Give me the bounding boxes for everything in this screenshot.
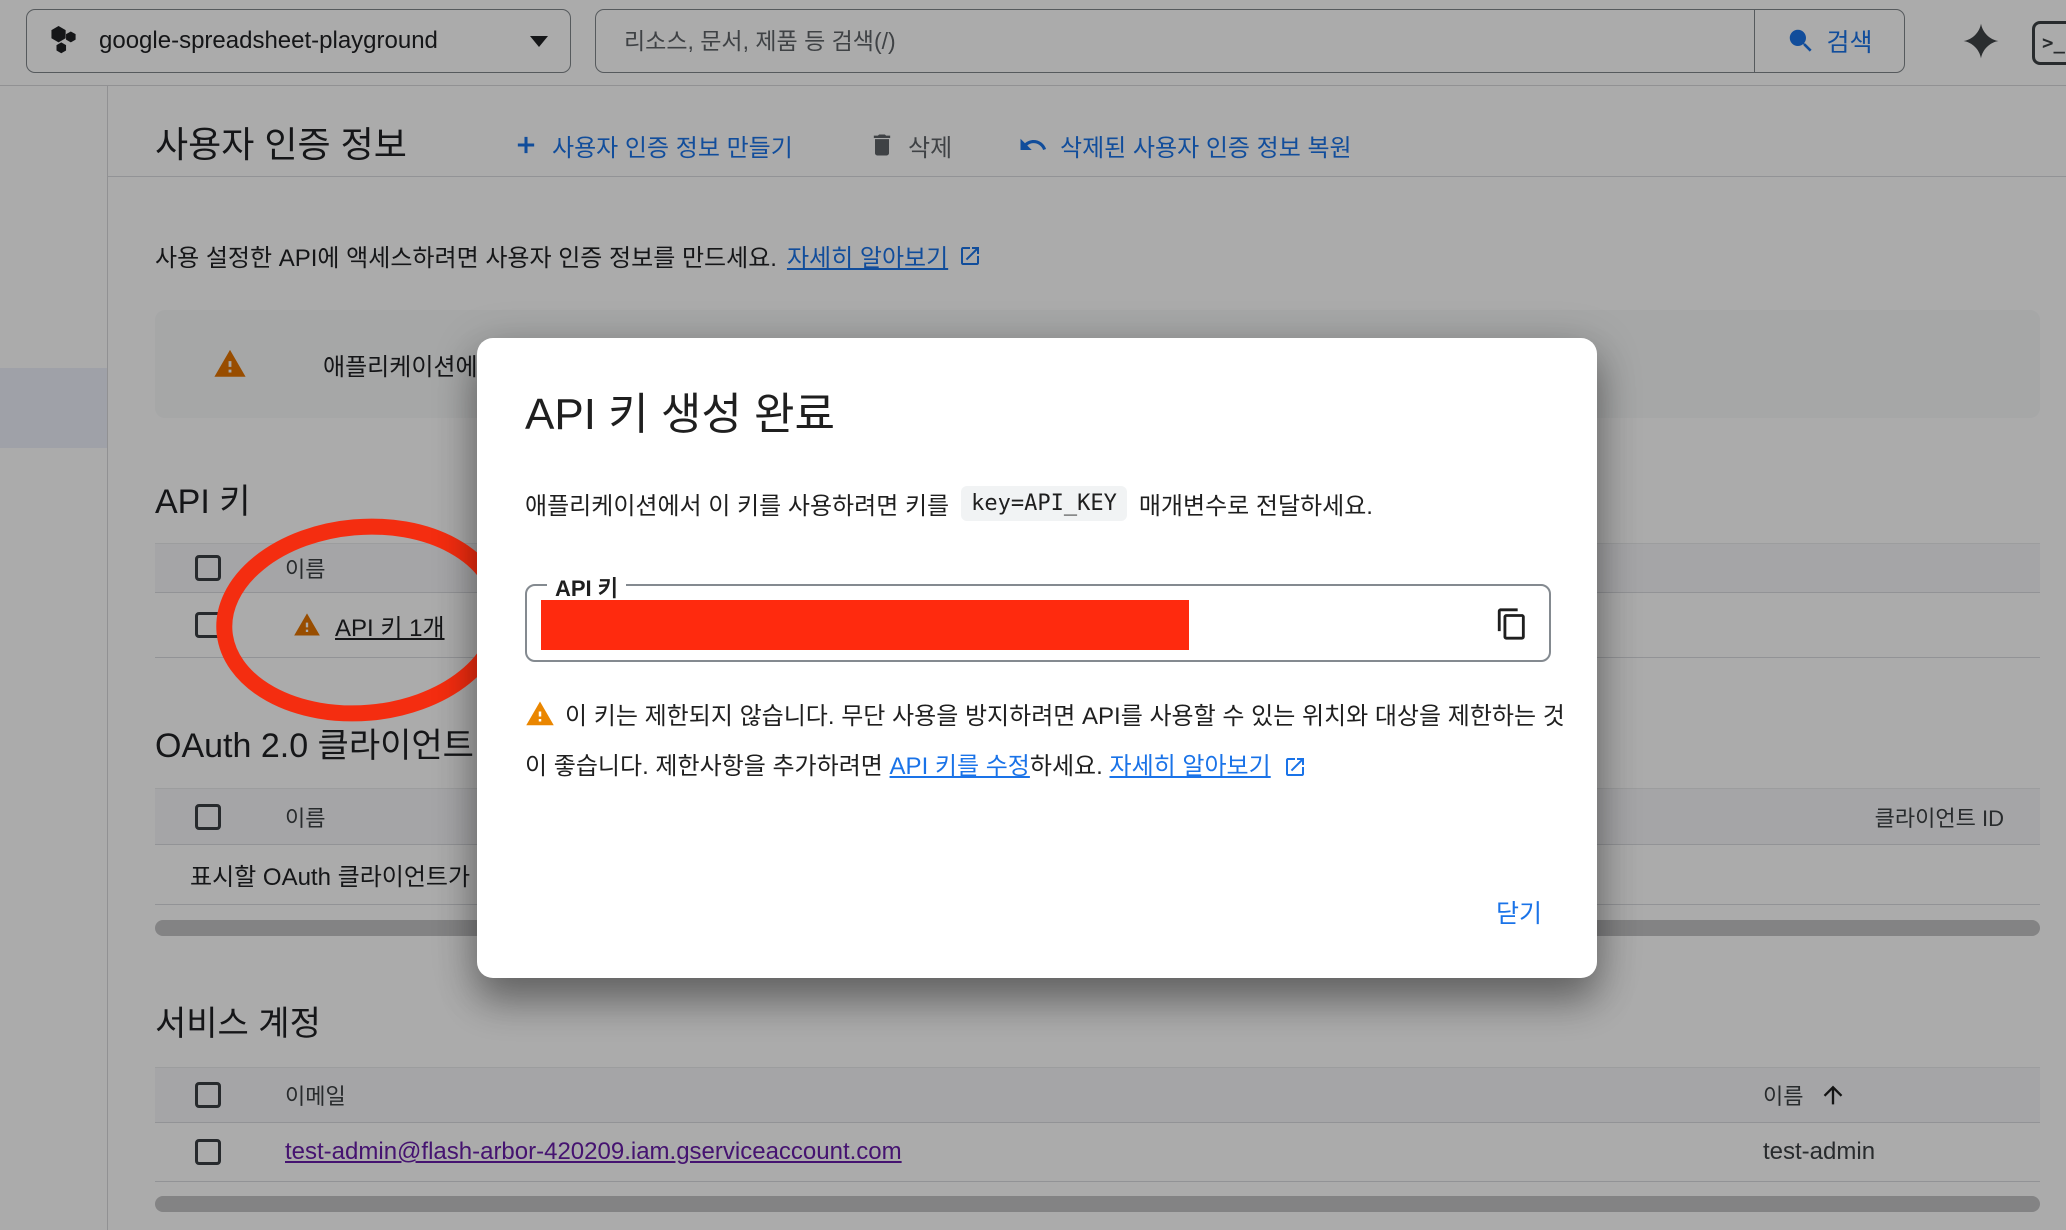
modal-body-text: 애플리케이션에서 이 키를 사용하려면 키를 key=API_KEY 매개변수로… [525,486,1373,521]
sort-ascending-icon [1819,1081,1847,1109]
copy-button[interactable] [1489,601,1535,647]
service-accounts-table-header: 이메일 이름 [155,1067,2040,1123]
modal-body-suffix: 매개변수로 전달하세요. [1139,486,1373,521]
project-hexagons-icon [49,26,79,56]
delete-label: 삭제 [908,128,952,163]
learn-more-link[interactable]: 자세히 알아보기 [787,238,948,273]
cloud-shell-button[interactable]: >_ [2032,21,2066,65]
oauth-heading: OAuth 2.0 클라이언트 [155,718,474,767]
search-bar: 검색 [595,9,1905,73]
api-key-field-label: API 키 [547,571,626,603]
modal-title: API 키 생성 완료 [525,378,835,442]
column-header-email: 이메일 [285,1079,346,1111]
api-key-created-modal: API 키 생성 완료 애플리케이션에서 이 키를 사용하려면 키를 key=A… [477,338,1597,978]
modal-body-prefix: 애플리케이션에서 이 키를 사용하려면 키를 [525,486,949,521]
modal-warning: 이 키는 제한되지 않습니다. 무단 사용을 방지하려면 API를 사용할 수 … [525,694,1571,794]
search-icon [1786,26,1816,56]
create-credentials-label: 사용자 인증 정보 만들기 [552,128,793,163]
oauth-empty-text: 표시할 OAuth 클라이언트가 [190,857,470,892]
api-key-redaction-overlay [541,600,1189,650]
column-header-name: 이름 [1763,1079,1803,1111]
gemini-sparkle-icon[interactable] [1954,14,2008,68]
modal-warning-suffix: 하세요. [1030,753,1103,780]
close-button[interactable]: 닫기 [1496,894,1542,930]
project-selector[interactable]: google-spreadsheet-playground [26,9,571,73]
external-link-icon [958,244,982,268]
chevron-down-icon [530,36,548,47]
search-input[interactable] [596,10,1754,72]
intro-line: 사용 설정한 API에 액세스하려면 사용자 인증 정보를 만드세요. 자세히 … [155,238,982,273]
terminal-icon: >_ [2042,32,2065,54]
trash-icon [868,131,896,159]
edit-api-key-link[interactable]: API 키를 수정 [890,753,1030,780]
gcp-credentials-page: google-spreadsheet-playground 검색 >_ 사용자 … [0,0,2066,1230]
api-key-link[interactable]: API 키 1개 [335,608,445,643]
row-checkbox[interactable] [195,612,221,638]
plus-icon [512,131,540,159]
select-all-checkbox[interactable] [195,1082,221,1108]
undo-icon [1018,130,1048,160]
warning-icon [213,347,247,381]
modal-learn-more-link[interactable]: 자세히 알아보기 [1109,753,1270,780]
search-submit-button[interactable]: 검색 [1754,10,1904,72]
column-header-client-id: 클라이언트 ID [1875,801,2004,833]
page-title: 사용자 인증 정보 [155,116,407,168]
service-account-email-link[interactable]: test-admin@flash-arbor-420209.iam.gservi… [285,1138,902,1166]
copy-icon [1495,607,1529,641]
select-all-checkbox[interactable] [195,555,221,581]
select-all-checkbox[interactable] [195,804,221,830]
api-keys-heading: API 키 [155,474,251,523]
left-rail [0,86,108,1230]
restore-credentials-button[interactable]: 삭제된 사용자 인증 정보 복원 [1018,124,1352,166]
api-key-parameter-code: key=API_KEY [961,486,1127,521]
horizontal-scrollbar[interactable] [155,1196,2040,1212]
create-credentials-button[interactable]: 사용자 인증 정보 만들기 [512,124,793,166]
search-button-label: 검색 [1826,23,1872,59]
left-rail-selected-item[interactable] [0,368,107,448]
service-account-row: test-admin@flash-arbor-420209.iam.gservi… [155,1123,2040,1182]
project-selector-label: google-spreadsheet-playground [99,27,510,55]
intro-text: 사용 설정한 API에 액세스하려면 사용자 인증 정보를 만드세요. [155,238,777,273]
modal-warning-icon [525,699,555,744]
row-warning-icon [293,611,321,639]
row-checkbox[interactable] [195,1139,221,1165]
delete-button[interactable]: 삭제 [868,124,952,166]
external-link-icon [1283,749,1307,794]
column-header-name: 이름 [285,801,325,833]
api-key-field[interactable]: API 키 [525,584,1551,662]
service-account-name: test-admin [1763,1138,1875,1166]
column-header-name: 이름 [285,552,325,584]
service-accounts-heading: 서비스 계정 [155,996,321,1045]
column-header-name-sortable[interactable]: 이름 [1763,1079,1847,1111]
restore-label: 삭제된 사용자 인증 정보 복원 [1060,128,1352,163]
